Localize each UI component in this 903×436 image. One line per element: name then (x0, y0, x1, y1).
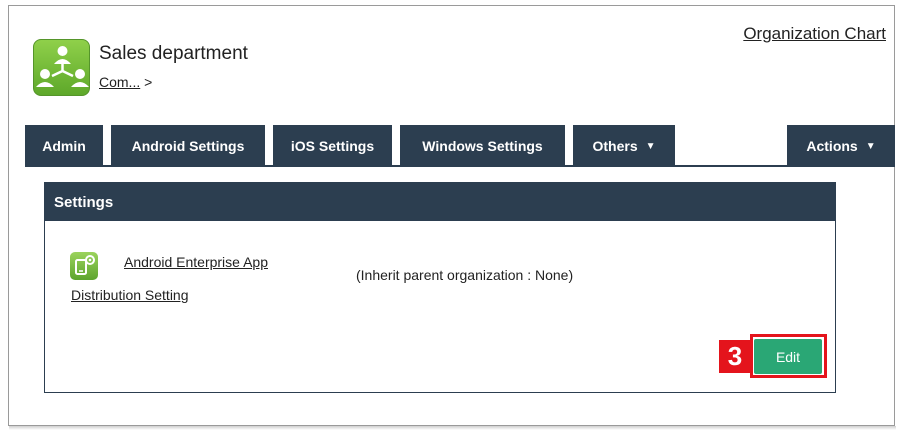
step-number-badge: 3 (719, 340, 751, 373)
setting-name-link-continued[interactable]: Distribution Setting (71, 287, 189, 303)
tab-label: Others (592, 138, 638, 154)
tab-label: Admin (42, 138, 86, 154)
breadcrumb-separator: > (144, 74, 153, 90)
tab-bar: Admin Android Settings iOS Settings Wind… (25, 125, 895, 167)
actions-dropdown[interactable]: Actions ▼ (787, 125, 895, 167)
tab-others-dropdown[interactable]: Others ▼ (573, 125, 675, 167)
tab-label: iOS Settings (290, 138, 375, 154)
tab-admin[interactable]: Admin (25, 125, 103, 167)
tab-label: Windows Settings (422, 138, 543, 154)
org-name: Sales department (99, 43, 248, 64)
tab-label: Actions (806, 138, 858, 154)
edit-button[interactable]: Edit (754, 339, 822, 374)
breadcrumb-link[interactable]: Com... (99, 74, 140, 90)
tab-ios-settings[interactable]: iOS Settings (273, 125, 392, 167)
caret-down-icon: ▼ (865, 140, 876, 152)
organization-chart-link[interactable]: Organization Chart (743, 24, 886, 44)
settings-panel: Settings Android Enterprise App Distribu… (44, 182, 836, 393)
caret-down-icon: ▼ (645, 140, 656, 152)
app-distribution-icon (70, 252, 98, 280)
tab-label: Android Settings (131, 138, 245, 154)
org-tree-icon (33, 39, 90, 96)
settings-panel-header: Settings (45, 183, 835, 221)
inherit-status-text: (Inherit parent organization : None) (356, 267, 574, 283)
tab-windows-settings[interactable]: Windows Settings (400, 125, 565, 167)
tab-android-settings[interactable]: Android Settings (111, 125, 265, 167)
frame-shadow (9, 426, 896, 430)
breadcrumb: Com... > (99, 74, 152, 90)
setting-name-link[interactable]: Android Enterprise App (124, 254, 268, 270)
